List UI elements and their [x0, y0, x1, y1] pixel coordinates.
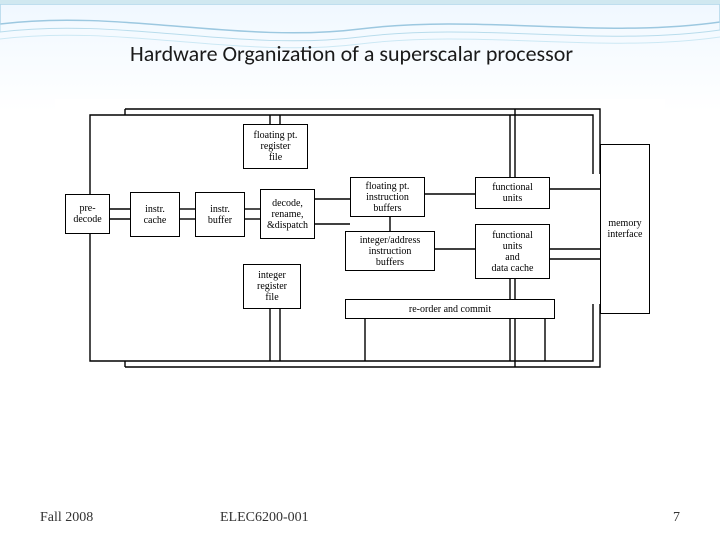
block-functional-units: functionalunits	[475, 177, 550, 209]
block-predecode: pre-decode	[65, 194, 110, 234]
block-functional-units-datacache: functionalunitsanddata cache	[475, 224, 550, 279]
slide-title: Hardware Organization of a superscalar p…	[130, 40, 573, 67]
block-reorder-commit: re-order and commit	[345, 299, 555, 319]
footer-course: ELEC6200-001	[220, 510, 309, 526]
block-fp-regfile: floating pt.registerfile	[243, 124, 308, 169]
block-dispatch: decode,rename,&dispatch	[260, 189, 315, 239]
superscalar-diagram: pre-decode instr.cache instr.buffer deco…	[55, 99, 665, 379]
block-fp-inst-buffers: floating pt.instructionbuffers	[350, 177, 425, 217]
page-number: 7	[673, 510, 680, 526]
block-int-inst-buffers: integer/addressinstructionbuffers	[345, 231, 435, 271]
block-instr-buffer: instr.buffer	[195, 192, 245, 237]
block-instr-cache: instr.cache	[130, 192, 180, 237]
block-int-regfile: integerregisterfile	[243, 264, 301, 309]
footer-date: Fall 2008	[40, 510, 93, 526]
block-memory-interface: memoryinterface	[600, 144, 650, 314]
slide: Hardware Organization of a superscalar p…	[0, 0, 720, 540]
